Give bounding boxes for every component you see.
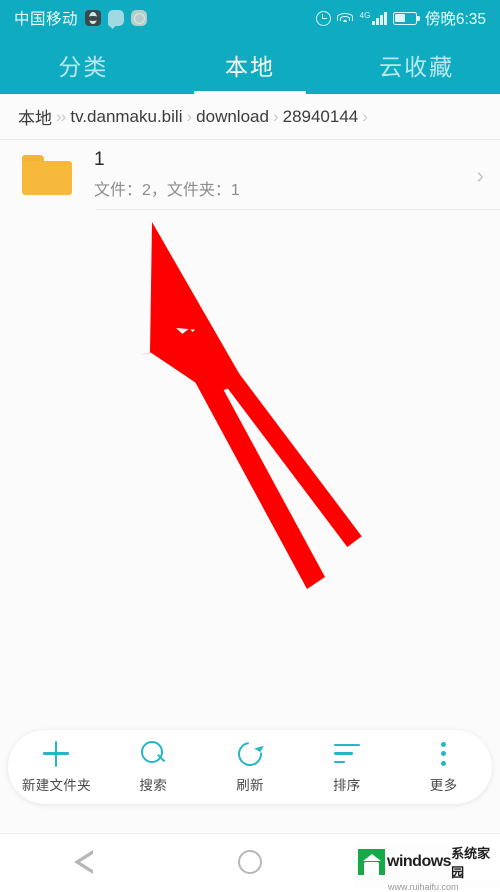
- panda-app-icon: [85, 10, 102, 26]
- breadcrumb-item-root[interactable]: 本地: [18, 104, 52, 129]
- status-bar-right: 4G 傍晚6:35: [315, 7, 486, 29]
- chevron-right-icon: ›: [272, 107, 279, 126]
- list-item[interactable]: 1 文件：2，文件夹：1 ›: [0, 140, 500, 210]
- windows-house-logo-icon: [358, 848, 385, 875]
- refresh-button[interactable]: 刷新: [202, 736, 299, 794]
- tab-categories-label: 分类: [58, 54, 109, 80]
- more-label: 更多: [429, 777, 458, 793]
- back-icon: [73, 849, 93, 874]
- nav-back-button[interactable]: [0, 849, 167, 874]
- search-label: 搜索: [139, 777, 167, 793]
- home-icon: [238, 849, 262, 874]
- chat-bubble-icon: [108, 10, 125, 26]
- list-item-name: 1: [94, 149, 105, 171]
- watermark-brand-cn: 系统家园: [451, 842, 500, 881]
- tab-categories[interactable]: 分类: [0, 36, 167, 94]
- signal-icon: 4G: [359, 10, 387, 25]
- more-button[interactable]: 更多: [395, 741, 492, 794]
- refresh-label: 刷新: [236, 777, 264, 793]
- sort-button[interactable]: 排序: [298, 741, 395, 794]
- tab-local[interactable]: 本地: [167, 36, 334, 94]
- bottom-toolbar-container: 新建文件夹 搜索 刷新 排序 更多: [0, 723, 500, 833]
- file-list: 1 文件：2，文件夹：1 ›: [0, 140, 500, 723]
- tab-cloud-favorites-label: 云收藏: [379, 54, 455, 80]
- tab-local-label: 本地: [225, 54, 275, 80]
- bottom-toolbar: 新建文件夹 搜索 刷新 排序 更多: [8, 730, 492, 804]
- new-folder-button[interactable]: 新建文件夹: [8, 740, 105, 794]
- plus-icon: [43, 740, 70, 767]
- sort-icon: [333, 741, 360, 767]
- chevron-right-icon: ›: [186, 107, 193, 126]
- carrier-label: 中国移动: [14, 11, 79, 28]
- search-button[interactable]: 搜索: [105, 741, 202, 794]
- folder-icon: [22, 155, 72, 195]
- more-icon: [441, 741, 447, 767]
- sort-label: 排序: [332, 777, 361, 793]
- network-type-label: 4G: [359, 10, 371, 20]
- chevron-right-icon[interactable]: ›: [476, 162, 484, 189]
- wifi-icon: [337, 12, 354, 25]
- status-bar: 中国移动 4G 傍晚6:35: [0, 0, 500, 36]
- breadcrumb-item-id[interactable]: 28940144: [283, 107, 359, 127]
- watermark-brand: windows 系统家园: [358, 842, 500, 881]
- tab-cloud-favorites[interactable]: 云收藏: [333, 36, 500, 94]
- breadcrumb-item-package[interactable]: tv.danmaku.bili: [70, 107, 182, 127]
- list-item-text: 1 文件：2，文件夹：1: [94, 149, 240, 200]
- breadcrumb: 本地 › › tv.danmaku.bili › download › 2894…: [0, 94, 500, 140]
- chevron-right-icon: ›: [362, 107, 368, 126]
- status-clock: 傍晚6:35: [424, 11, 486, 28]
- nav-home-button[interactable]: [167, 849, 334, 874]
- watermark-url: www.ruihaifu.com: [388, 881, 459, 892]
- phone-screen: 中国移动 4G 傍晚6:35 分类 本地 云收藏 本地 › › tv.danma…: [0, 0, 500, 892]
- new-folder-label: 新建文件夹: [21, 777, 91, 793]
- tab-bar: 分类 本地 云收藏: [0, 36, 500, 94]
- breadcrumb-item-download[interactable]: download: [196, 107, 269, 127]
- list-item-detail: 文件：2，文件夹：1: [94, 181, 240, 199]
- search-icon: [140, 741, 166, 767]
- browser-icon: [131, 10, 148, 26]
- status-bar-left: 中国移动: [14, 7, 148, 29]
- battery-icon: [392, 11, 420, 25]
- alarm-icon: [315, 10, 331, 26]
- refresh-icon: [233, 736, 267, 771]
- watermark: windows 系统家园 www.ruihaifu.com: [355, 842, 500, 892]
- watermark-brand-en: windows: [387, 852, 452, 870]
- chevron-right-icon: ›: [60, 107, 67, 126]
